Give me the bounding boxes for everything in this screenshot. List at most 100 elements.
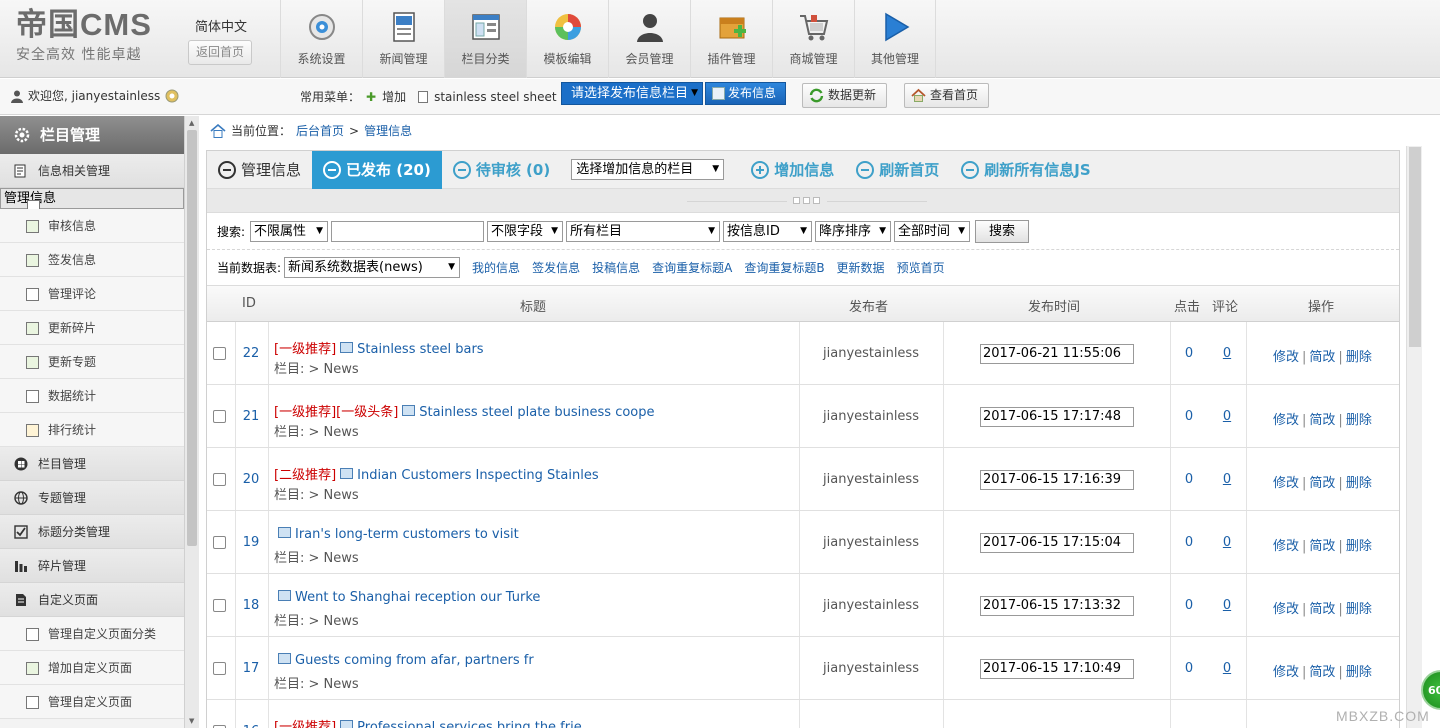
row-title-link[interactable]: Went to Shanghai reception our Turke — [295, 590, 540, 605]
time-select[interactable]: 全部时间 ▼ — [894, 220, 971, 242]
language-switch[interactable]: 简体中文 — [195, 16, 247, 35]
tab-pending[interactable]: 待审核 (0) — [442, 151, 561, 189]
nav-other[interactable]: 其他管理 — [854, 0, 936, 78]
link-dup-title-a[interactable]: 查询重复标题A — [652, 259, 732, 276]
column-filter-select[interactable]: 所有栏目 ▼ — [566, 220, 721, 242]
settings-gear-icon[interactable] — [164, 88, 180, 104]
sidebar-section-title-categories[interactable]: 标题分类管理 — [0, 515, 184, 549]
data-table-select[interactable]: 新闻系统数据表(news) ▼ — [284, 257, 461, 278]
quick-edit-link[interactable]: 简改 — [1309, 413, 1335, 428]
delete-link[interactable]: 删除 — [1346, 602, 1372, 617]
breadcrumb-home-link[interactable]: 后台首页 — [296, 122, 344, 139]
nav-columns[interactable]: 栏目分类 — [444, 0, 526, 78]
breadcrumb-current[interactable]: 管理信息 — [364, 122, 412, 139]
edit-link[interactable]: 修改 — [1273, 539, 1299, 554]
row-checkbox[interactable] — [213, 599, 226, 612]
sidebar-item-update-topics[interactable]: 更新专题 — [0, 345, 184, 379]
quick-edit-link[interactable]: 简改 — [1309, 476, 1335, 491]
row-comments[interactable]: 0 — [1207, 472, 1247, 487]
row-id[interactable]: 17 — [237, 661, 265, 676]
edit-link[interactable]: 修改 — [1273, 413, 1299, 428]
delete-link[interactable]: 删除 — [1346, 476, 1372, 491]
scroll-up-icon[interactable]: ▲ — [189, 119, 194, 127]
nav-plugins[interactable]: 插件管理 — [690, 0, 772, 78]
row-id[interactable]: 20 — [237, 472, 265, 487]
tab-published[interactable]: 已发布 (20) — [312, 150, 442, 189]
row-time[interactable]: 2017-06-21 11:55:06 — [980, 344, 1134, 364]
row-time[interactable]: 2017-06-15 17:17:48 — [980, 407, 1134, 427]
row-comments[interactable]: 0 — [1207, 598, 1247, 613]
row-comments[interactable]: 0 — [1207, 535, 1247, 550]
link-sign-info[interactable]: 签发信息 — [532, 259, 580, 276]
row-clicks[interactable]: 0 — [1169, 661, 1209, 676]
row-clicks[interactable]: 0 — [1169, 535, 1209, 550]
nav-shop[interactable]: 商城管理 — [772, 0, 854, 78]
row-checkbox[interactable] — [213, 536, 226, 549]
row-checkbox[interactable] — [213, 347, 226, 360]
scroll-thumb[interactable] — [187, 130, 197, 546]
row-title-link[interactable]: Iran's long-term customers to visit — [295, 527, 519, 542]
row-comments[interactable]: 0 — [1207, 346, 1247, 361]
link-update-data[interactable]: 更新数据 — [837, 259, 885, 276]
sidebar-section-columns[interactable]: 栏目管理 — [0, 447, 184, 481]
header-id[interactable]: ID — [242, 296, 256, 311]
row-clicks[interactable]: 0 — [1169, 598, 1209, 613]
refresh-all-js-button[interactable]: 刷新所有信息JS — [950, 151, 1101, 189]
delete-link[interactable]: 删除 — [1346, 665, 1372, 680]
row-comments[interactable]: 0 — [1207, 409, 1247, 424]
link-preview-home[interactable]: 预览首页 — [897, 259, 945, 276]
sidebar-item-custom-page-categories[interactable]: 管理自定义页面分类 — [0, 617, 184, 651]
row-title-link[interactable]: Guests coming from afar, partners fr — [295, 653, 534, 668]
status-badge[interactable]: 60 — [1421, 670, 1440, 710]
sidebar-item-sign-info[interactable]: 签发信息 — [0, 243, 184, 277]
quick-edit-link[interactable]: 简改 — [1309, 665, 1335, 680]
row-comments[interactable]: 0 — [1207, 661, 1247, 676]
quick-edit-link[interactable]: 简改 — [1309, 539, 1335, 554]
row-checkbox[interactable] — [213, 662, 226, 675]
link-submit-info[interactable]: 投稿信息 — [592, 259, 640, 276]
edit-link[interactable]: 修改 — [1273, 350, 1299, 365]
search-button[interactable]: 搜索 — [975, 219, 1030, 243]
quick-edit-link[interactable]: 简改 — [1309, 602, 1335, 617]
row-title-link[interactable]: Indian Customers Inspecting Stainles — [357, 468, 598, 483]
add-column-select[interactable]: 选择增加信息的栏目 ▼ — [571, 159, 725, 180]
publish-button[interactable]: 发布信息 — [705, 82, 786, 105]
nav-system-settings[interactable]: 系统设置 — [280, 0, 362, 78]
row-checkbox[interactable] — [213, 410, 226, 423]
refresh-home-button[interactable]: 刷新首页 — [845, 151, 950, 189]
row-time[interactable]: 2017-06-15 17:10:49 — [980, 659, 1134, 679]
delete-link[interactable]: 删除 — [1346, 350, 1372, 365]
nav-news[interactable]: 新闻管理 — [362, 0, 444, 78]
sidebar-item-add-custom-page[interactable]: 增加自定义页面 — [0, 651, 184, 685]
row-clicks[interactable]: 0 — [1169, 409, 1209, 424]
row-checkbox[interactable] — [213, 473, 226, 486]
sidebar-section-topics[interactable]: 专题管理 — [0, 481, 184, 515]
search-by-select[interactable]: 按信息ID ▼ — [723, 220, 813, 242]
row-id[interactable]: 22 — [237, 346, 265, 361]
back-home-button[interactable]: 返回首页 — [188, 40, 252, 65]
column-select[interactable]: 请选择发布信息栏目 ▼ — [561, 82, 703, 105]
sidebar-item-ranking[interactable]: 排行统计 — [0, 413, 184, 447]
tab-manage-info[interactable]: 管理信息 — [207, 151, 312, 189]
sidebar-item-review-info[interactable]: 审核信息 — [0, 209, 184, 243]
main-scrollbar[interactable] — [1406, 146, 1422, 728]
sidebar-section-custom-pages[interactable]: 自定义页面 — [0, 583, 184, 617]
delete-link[interactable]: 删除 — [1346, 539, 1372, 554]
sidebar-section-info[interactable]: 信息相关管理 — [0, 154, 184, 188]
row-id[interactable]: 16 — [237, 724, 265, 728]
delete-link[interactable]: 删除 — [1346, 413, 1372, 428]
row-clicks[interactable]: 0 — [1169, 472, 1209, 487]
search-input[interactable] — [331, 220, 485, 242]
attr-select[interactable]: 不限属性 ▼ — [250, 220, 329, 242]
view-home-button[interactable]: 查看首页 — [904, 83, 990, 108]
row-title-link[interactable]: Stainless steel bars — [357, 342, 483, 357]
row-time[interactable]: 2017-06-15 17:13:32 — [980, 596, 1134, 616]
row-time[interactable]: 2017-06-15 17:15:04 — [980, 533, 1134, 553]
row-title-link[interactable]: Stainless steel plate business coope — [419, 405, 654, 420]
edit-link[interactable]: 修改 — [1273, 602, 1299, 617]
scroll-down-icon[interactable]: ▼ — [189, 717, 194, 725]
row-title-link[interactable]: Professional services bring the frie — [357, 720, 582, 728]
sidebar-item-manage-info[interactable]: 管理信息 — [0, 188, 184, 213]
link-my-info[interactable]: 我的信息 — [472, 259, 520, 276]
shortcut-link[interactable]: stainless steel sheet — [434, 90, 556, 104]
